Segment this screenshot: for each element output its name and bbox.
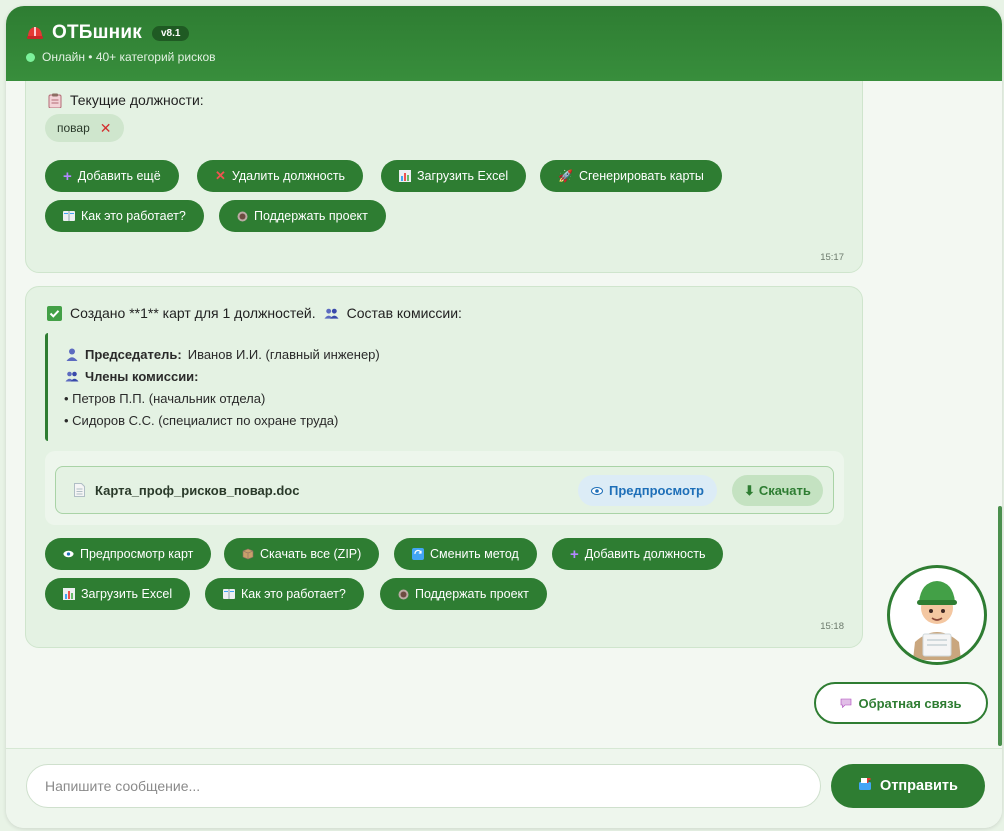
position-tag-label: повар	[57, 121, 90, 135]
book-icon	[223, 589, 235, 599]
eye-icon	[591, 483, 603, 498]
file-panel: Карта_проф_рисков_повар.doc Предпросмотр…	[45, 451, 844, 525]
how-it-works-button[interactable]: Как это работает?	[45, 200, 204, 232]
message-time: 15:17	[820, 252, 844, 263]
button-label: Удалить должность	[231, 169, 346, 183]
send-button[interactable]: Отправить	[831, 764, 985, 808]
status-row: Онлайн • 40+ категорий рисков	[26, 50, 982, 64]
chart-icon	[63, 588, 75, 600]
feedback-label: Обратная связь	[858, 695, 962, 711]
online-dot-icon	[26, 52, 35, 62]
button-label: Предпросмотр	[609, 483, 704, 498]
chairman-row: Председатель: Иванов И.И. (главный инжен…	[64, 343, 445, 365]
how-it-works-button[interactable]: Как это работает?	[205, 578, 364, 610]
assistant-avatar[interactable]	[887, 565, 987, 665]
book-icon	[63, 211, 75, 221]
coffee-icon	[398, 589, 409, 600]
checkmark-icon	[47, 305, 62, 321]
message-heading: Создано **1** карт для 1 должностей. Сос…	[47, 305, 462, 321]
add-position-button[interactable]: + Добавить должность	[552, 538, 724, 570]
button-label: Добавить должность	[584, 547, 706, 561]
commission-quote: Председатель: Иванов И.И. (главный инжен…	[45, 333, 445, 441]
position-tag: повар ✕	[45, 114, 124, 142]
worker-mascot-icon	[913, 581, 961, 660]
message-input[interactable]	[26, 764, 821, 808]
button-label: Загрузить Excel	[81, 587, 173, 601]
chat-area[interactable]: Текущие должности: повар ✕ + Добавить ещ…	[6, 81, 1002, 748]
button-label: Сгенерировать карты	[578, 169, 704, 183]
cross-icon: ✕	[215, 168, 226, 183]
button-label: Скачать	[758, 483, 811, 498]
message-heading-text: Текущие должности:	[70, 92, 204, 108]
plus-icon: +	[570, 545, 579, 563]
members-row: Члены комиссии:	[64, 365, 445, 387]
feedback-button[interactable]: Обратная связь	[814, 682, 988, 724]
mailbox-icon	[858, 777, 872, 795]
remove-tag-icon[interactable]: ✕	[100, 120, 112, 137]
composer: Отправить	[6, 748, 1002, 828]
file-name: Карта_проф_рисков_повар.doc	[95, 482, 300, 498]
support-project-button[interactable]: Поддержать проект	[219, 200, 386, 232]
bot-message: Текущие должности: повар ✕ + Добавить ещ…	[25, 81, 863, 273]
people-icon	[324, 306, 339, 321]
chat-scrollbar[interactable]	[998, 506, 1002, 746]
button-label: Сменить метод	[430, 547, 519, 561]
upload-excel-button[interactable]: Загрузить Excel	[45, 578, 191, 610]
support-project-button[interactable]: Поддержать проект	[380, 578, 547, 610]
member-item: • Петров П.П. (начальник отдела)	[64, 390, 266, 406]
generate-cards-button[interactable]: 🚀 Сгенерировать карты	[540, 160, 722, 192]
app-title: ОТБшник	[52, 22, 142, 43]
button-label: Как это работает?	[81, 209, 186, 223]
button-label: Скачать все (ZIP)	[260, 547, 362, 561]
header: ОТБшник v8.1 Онлайн • 40+ категорий риск…	[6, 6, 1002, 81]
title-row: ОТБшник v8.1	[26, 22, 982, 44]
rocket-icon: 🚀	[558, 169, 573, 183]
plus-icon: +	[63, 167, 72, 185]
chairman-label: Председатель:	[85, 346, 182, 362]
person-icon	[64, 347, 79, 362]
chat-app: ОТБшник v8.1 Онлайн • 40+ категорий риск…	[6, 6, 1002, 828]
add-more-button[interactable]: + Добавить ещё	[45, 160, 179, 192]
coffee-icon	[237, 211, 248, 222]
chart-icon	[399, 170, 411, 182]
file-download-button[interactable]: ⬇ Скачать	[732, 475, 823, 506]
upload-excel-button[interactable]: Загрузить Excel	[381, 160, 527, 192]
delete-position-button[interactable]: ✕ Удалить должность	[197, 160, 364, 192]
button-label: Поддержать проект	[415, 587, 529, 601]
file-preview-button[interactable]: Предпросмотр	[578, 475, 717, 506]
message-time: 15:18	[820, 621, 844, 632]
send-label: Отправить	[880, 778, 958, 794]
clipboard-icon	[47, 93, 62, 108]
download-arrow-icon: ⬇	[744, 482, 755, 498]
members-label: Члены комиссии:	[85, 368, 199, 384]
people-icon	[64, 369, 79, 384]
message-heading: Текущие должности:	[47, 92, 204, 108]
member-item: • Сидоров С.С. (специалист по охране тру…	[64, 412, 339, 428]
version-badge: v8.1	[151, 25, 190, 41]
package-icon	[242, 548, 254, 560]
change-method-button[interactable]: Сменить метод	[394, 538, 537, 570]
button-label: Поддержать проект	[254, 209, 368, 223]
document-icon	[72, 483, 87, 498]
refresh-icon	[412, 548, 424, 560]
message-heading-text: Создано **1** карт для 1 должностей.	[70, 305, 316, 321]
button-label: Предпросмотр карт	[80, 547, 194, 561]
helmet-icon	[26, 24, 44, 42]
eye-icon	[63, 550, 74, 558]
button-label: Загрузить Excel	[417, 169, 509, 183]
button-label: Добавить ещё	[77, 169, 161, 183]
chairman-name: Иванов И.И. (главный инженер)	[187, 346, 380, 362]
bot-message: Создано **1** карт для 1 должностей. Сос…	[25, 286, 863, 648]
button-label: Как это работает?	[241, 587, 346, 601]
preview-cards-button[interactable]: Предпросмотр карт	[45, 538, 212, 570]
message-heading-text-2: Состав комиссии:	[346, 305, 462, 321]
download-all-zip-button[interactable]: Скачать все (ZIP)	[224, 538, 380, 570]
status-text: Онлайн • 40+ категорий рисков	[42, 50, 216, 64]
file-card: Карта_проф_рисков_повар.doc Предпросмотр…	[55, 466, 834, 514]
speech-bubble-icon	[840, 696, 852, 711]
